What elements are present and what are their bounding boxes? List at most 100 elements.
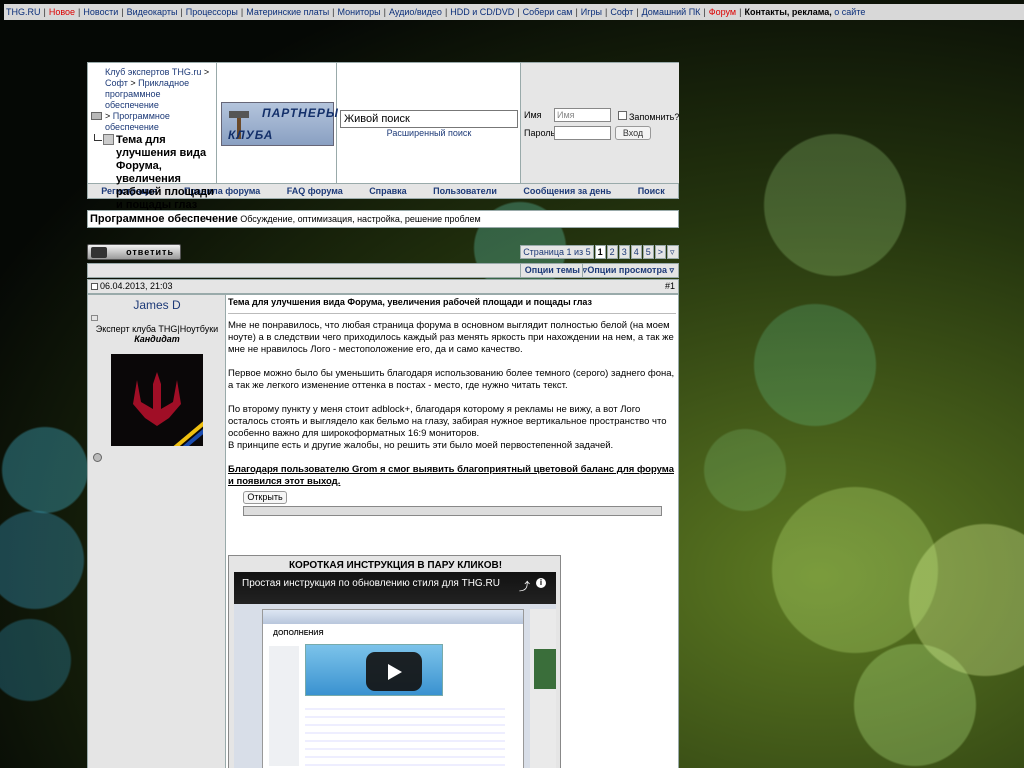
advanced-search-link[interactable]: Расширенный поиск [337,128,521,138]
top-nav-link[interactable]: HDD и CD/DVD [450,7,514,17]
video-box: КОРОТКАЯ ИНСТРУКЦИЯ В ПАРУ КЛИКОВ! ДОПОЛ… [228,555,561,768]
forum-link[interactable]: Форум [709,7,736,17]
breadcrumb-software[interactable]: Программное обеспечение [105,111,170,132]
post-status-icon [91,283,98,290]
pagination: Страница 1 из 5 1 2 3 4 5 > ▿ [519,245,679,259]
options-bar: Опции темы ▿ Опции просмотра ▿ [87,263,679,278]
post-content: Тема для улучшения вида Форума, увеличен… [228,295,678,768]
site-home-link[interactable]: THG.RU [6,7,41,17]
partners-banner[interactable]: ПАРТНЕРЫ КЛУБА [221,102,338,146]
username-input[interactable]: Имя [554,108,611,122]
video-player[interactable]: ДОПОЛНЕНИЯ Простая инструкция по обновле… [234,572,556,768]
top-links: Новости | Видеокарты | Процессоры | Матерински… [83,7,708,17]
partners-line1: ПАРТНЕРЫ [262,106,339,120]
view-options-label: Опции просмотра [587,265,667,275]
page-1: 1 [594,245,606,259]
page-icon [103,134,114,145]
contacts-link[interactable]: Контакты, реклама, [744,7,831,17]
breadcrumb: Клуб экспертов THG.ru > Софт > Прикладно… [88,63,217,211]
post: James D Эксперт клуба THG|Ноутбуки Канди… [87,294,679,768]
post-text: Мне не понравилось, что любая страница ф… [228,320,675,488]
username[interactable]: James D [88,298,226,312]
thread-options-menu[interactable]: Опции темы ▿ [519,264,591,277]
search-cell: Живой поиск Расширенный поиск [337,63,521,183]
login-button[interactable]: Вход [615,126,651,140]
nav-separator: | [444,7,448,17]
thread-options-label: Опции темы [524,265,580,275]
nav-separator: | [517,7,520,17]
remember-checkbox[interactable] [618,111,627,120]
info-icon[interactable]: i [536,578,546,588]
video-title[interactable]: Простая инструкция по обновлению стиля д… [242,578,500,589]
share-icon[interactable]: ⤴ [519,578,530,594]
login-cell: Имя Имя Запомнить? Пароль Вход [521,63,679,183]
nav-separator: | [605,7,608,17]
nav-help[interactable]: Справка [369,186,406,196]
breadcrumb-soft[interactable]: Софт [105,78,128,88]
partners-cell: ПАРТНЕРЫ КЛУБА [217,63,338,183]
top-nav-link[interactable]: Мониторы [338,7,381,17]
video-title-bar: Простая инструкция по обновлению стиля д… [234,572,556,604]
user-menu-chevron-icon[interactable] [91,315,98,321]
tree-line-icon [94,134,102,141]
page-2[interactable]: 2 [606,245,618,259]
top-nav-link[interactable]: Аудио/видео [389,7,442,17]
user-info: James D Эксперт клуба THG|Ноутбуки Канди… [88,295,226,768]
page-menu-chevron-icon[interactable]: ▿ [667,245,679,259]
top-nav-link[interactable]: Домашний ПК [642,7,701,17]
top-nav-link[interactable]: Материнские платы [246,7,329,17]
post-number[interactable]: #1 [665,280,675,293]
reply-label: ответить [126,247,174,257]
reply-button[interactable]: ответить [87,244,181,260]
password-input[interactable] [554,126,611,140]
post-title: Тема для улучшения вида Форума, увеличен… [228,295,676,314]
top-nav-link[interactable]: Собери сам [523,7,573,17]
post-date: 06.04.2013, 21:03 [100,281,173,291]
nav-separator: | [240,7,244,17]
play-button[interactable] [366,652,422,691]
post-paragraph: В принципе есть и другие жалобы, но реши… [228,440,614,451]
top-nav-link[interactable]: Видеокарты [127,7,178,17]
page-3[interactable]: 3 [618,245,630,259]
nav-separator: | [636,7,639,17]
online-status-icon [93,453,102,462]
forum-title-bar: Программное обеспечение Обсуждение, опти… [87,210,679,228]
pencil-icon [91,247,107,258]
news-ticker[interactable]: Новое [49,7,75,17]
nav-users[interactable]: Пользователи [433,186,497,196]
page-4[interactable]: 4 [630,245,642,259]
top-nav-link[interactable]: Игры [581,7,602,17]
forum-header: Клуб экспертов THG.ru > Софт > Прикладно… [87,62,679,211]
about-link[interactable]: о сайте [834,7,865,17]
username-label: Имя [524,110,542,120]
nav-todays-posts[interactable]: Сообщения за день [523,186,611,196]
top-nav-link[interactable]: Софт [610,7,633,17]
post-paragraph: Мне не понравилось, что любая страница ф… [228,320,674,355]
next-page[interactable]: > [654,245,666,259]
avatar[interactable] [111,354,203,446]
nav-separator: | [575,7,578,17]
live-search-input[interactable]: Живой поиск [340,110,518,128]
user-rank: Кандидат [134,334,180,344]
spoiler-content [243,506,662,516]
post-header: 06.04.2013, 21:03 #1 [87,279,679,294]
page-5[interactable]: 5 [642,245,654,259]
password-label: Пароль [524,128,556,138]
view-options-menu[interactable]: Опции просмотра ▿ [582,264,678,277]
top-nav-link[interactable]: Новости [83,7,118,17]
forum-name[interactable]: Программное обеспечение [90,213,238,225]
user-role: Эксперт клуба THG|Ноутбуки [95,324,219,334]
nav-separator: | [121,7,124,17]
chevron-down-icon: ▿ [669,265,674,275]
nav-search[interactable]: Поиск [638,186,665,196]
remember-label: Запомнить? [629,112,680,122]
top-nav-link[interactable]: Процессоры [186,7,238,17]
spoiler-open-button[interactable]: Открыть [243,491,287,504]
breadcrumb-club[interactable]: Клуб экспертов THG.ru [105,67,201,77]
nav-faq[interactable]: FAQ форума [287,186,343,196]
post-paragraph: Первое можно было бы уменьшить благодаря… [228,368,675,391]
nav-separator: | [332,7,335,17]
page-title: Тема для улучшения вида Форума, увеличен… [116,134,214,211]
video-page-header: ДОПОЛНЕНИЯ [273,630,324,637]
nav-separator: | [703,7,706,17]
